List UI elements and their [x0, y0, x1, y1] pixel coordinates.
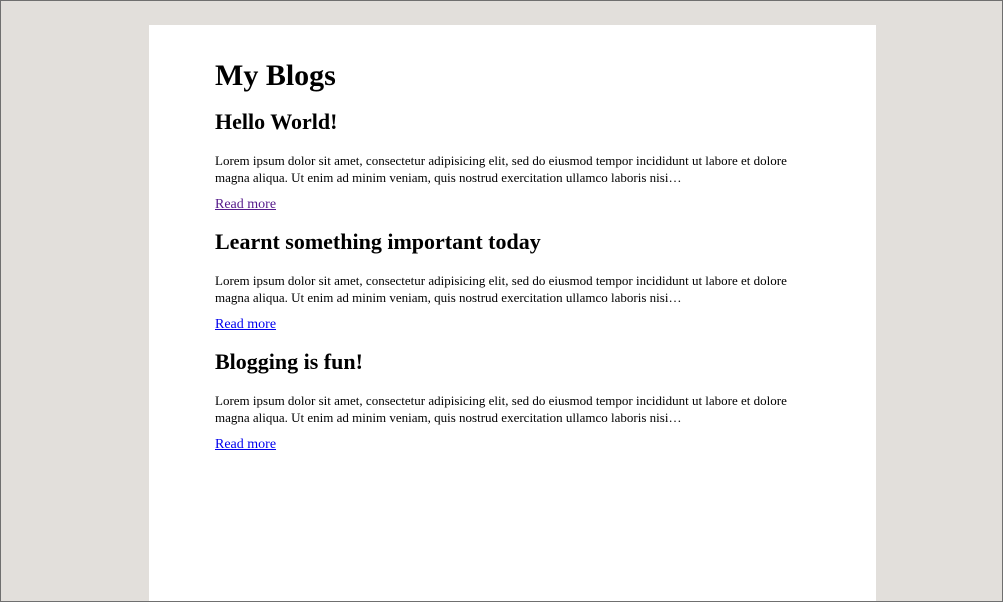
- post-excerpt: Lorem ipsum dolor sit amet, consectetur …: [215, 153, 787, 185]
- read-more-link[interactable]: Read more: [215, 436, 276, 454]
- blog-post: Hello World! Lorem ipsum dolor sit amet,…: [215, 108, 815, 228]
- post-excerpt: Lorem ipsum dolor sit amet, consectetur …: [215, 273, 787, 305]
- blog-post: Blogging is fun! Lorem ipsum dolor sit a…: [215, 348, 815, 468]
- post-title: Hello World!: [215, 109, 338, 134]
- browser-viewport: My Blogs Hello World! Lorem ipsum dolor …: [0, 0, 1003, 602]
- read-more-link[interactable]: Read more: [215, 316, 276, 334]
- read-more-link[interactable]: Read more: [215, 196, 276, 214]
- page-container: My Blogs Hello World! Lorem ipsum dolor …: [149, 25, 876, 601]
- page-title: My Blogs: [215, 59, 336, 92]
- main-content: My Blogs Hello World! Lorem ipsum dolor …: [215, 57, 815, 468]
- post-excerpt: Lorem ipsum dolor sit amet, consectetur …: [215, 393, 787, 425]
- blog-post: Learnt something important today Lorem i…: [215, 228, 815, 348]
- post-title: Blogging is fun!: [215, 349, 363, 374]
- post-title: Learnt something important today: [215, 229, 541, 254]
